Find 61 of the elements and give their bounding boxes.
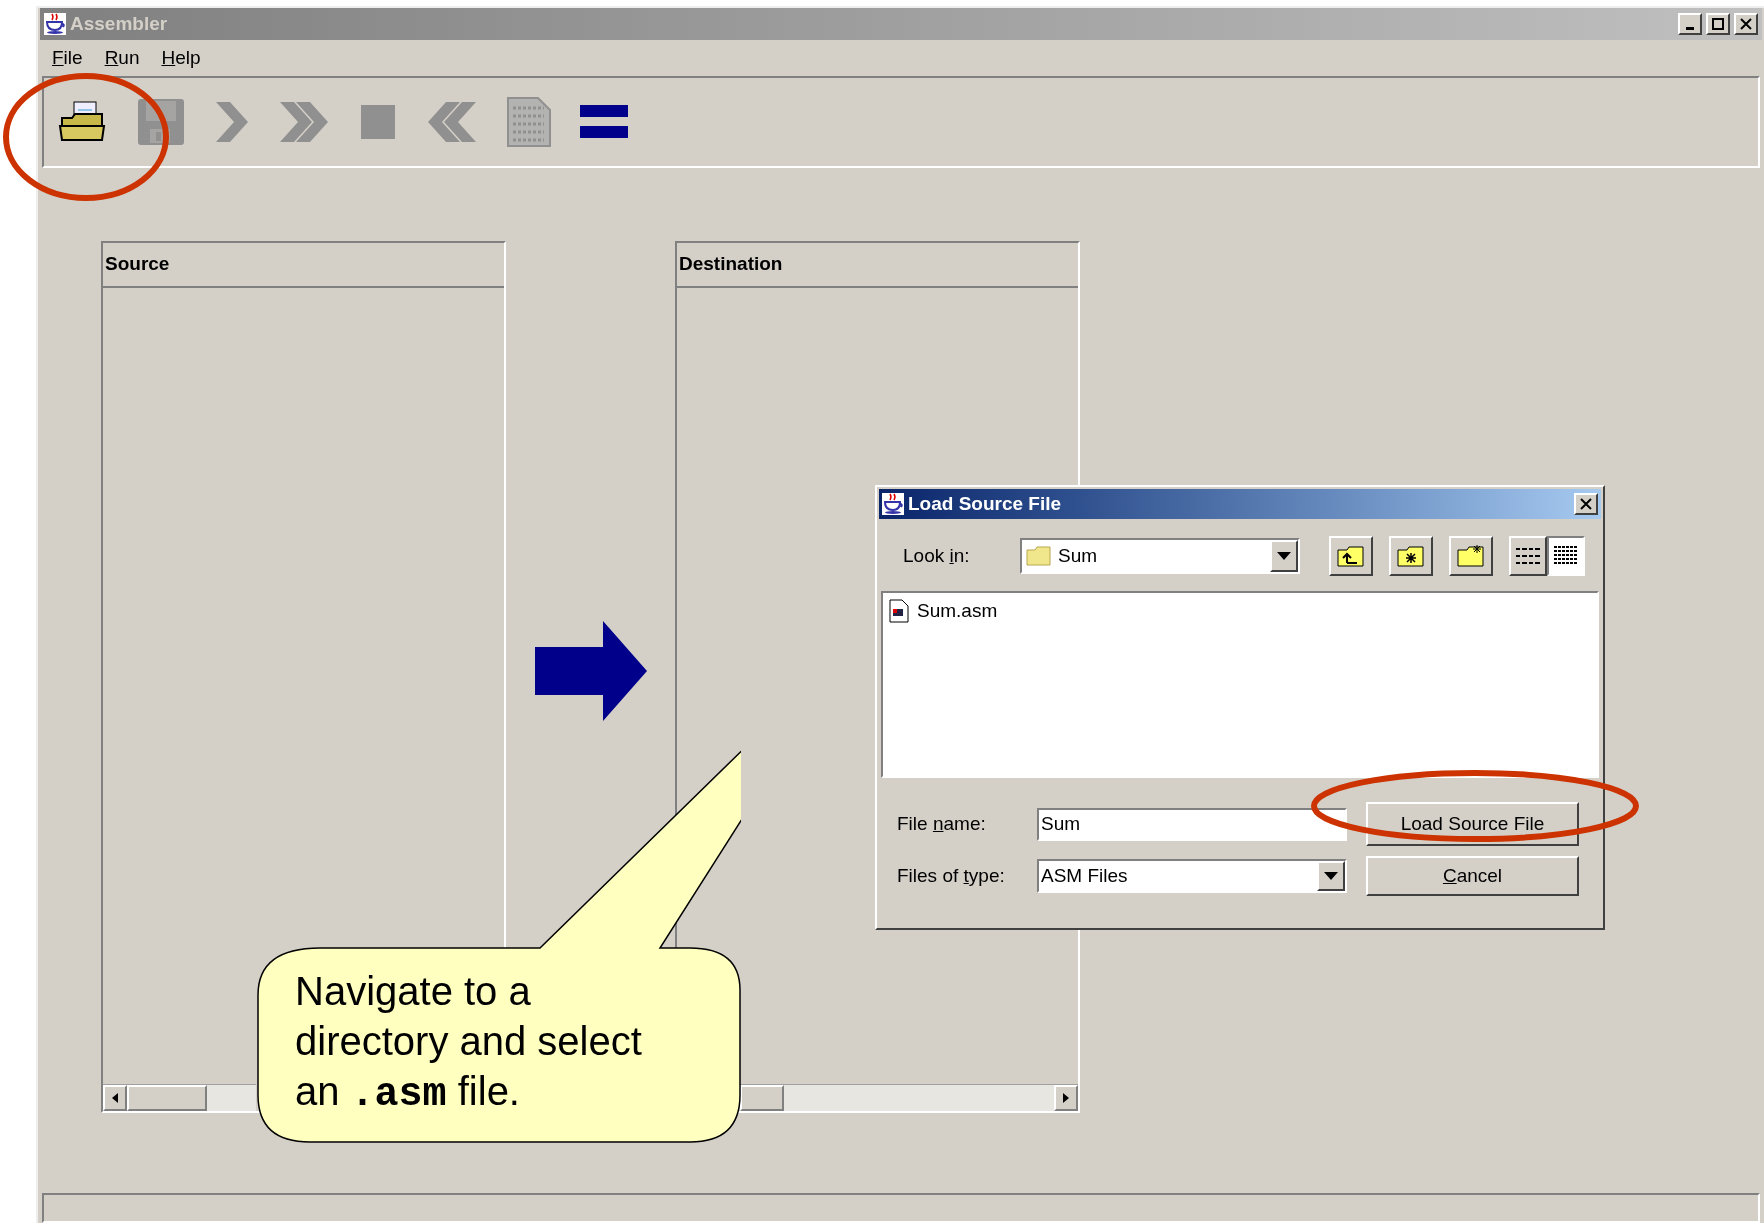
right-arrow-icon: [534, 621, 647, 721]
menu-item[interactable]: File: [52, 43, 83, 73]
menu-item[interactable]: Help: [161, 43, 201, 73]
close-button[interactable]: [1574, 493, 1598, 515]
close-button[interactable]: [1734, 13, 1758, 35]
folder-home-button[interactable]: [1389, 536, 1433, 576]
folder-home-icon: [1397, 545, 1425, 567]
minimize-button[interactable]: [1678, 13, 1702, 35]
folder-up-icon: [1337, 545, 1365, 567]
details-view-icon: [1553, 545, 1579, 567]
toolbar-button[interactable]: [58, 100, 108, 144]
scroll-thumb[interactable]: [740, 1085, 784, 1111]
chevron-right-icon: [214, 100, 250, 144]
dropdown-button[interactable]: [1317, 861, 1345, 891]
binary-document-icon: [506, 96, 552, 148]
toolbar-button[interactable]: [580, 105, 628, 139]
folder-up-button[interactable]: [1329, 536, 1373, 576]
app-logo-icon: [44, 13, 66, 35]
panel-title: Source: [105, 252, 170, 277]
dropdown-button[interactable]: [1270, 540, 1298, 572]
stop-square-icon: [360, 104, 396, 140]
menu-item[interactable]: Run: [104, 43, 140, 73]
file-type-combo[interactable]: ASM Files: [1037, 859, 1347, 893]
file-type-value: ASM Files: [1040, 863, 1129, 888]
close-icon: [1740, 18, 1752, 30]
cancel-button[interactable]: Cancel: [1366, 856, 1579, 896]
triangle-right-icon: [1063, 1093, 1069, 1103]
list-view-icon: [1515, 546, 1541, 566]
file-type-label: Files of type:: [897, 863, 1006, 888]
close-icon: [1580, 498, 1592, 510]
scroll-left-button[interactable]: [103, 1085, 127, 1111]
details-view-button[interactable]: [1547, 536, 1585, 576]
new-folder-button[interactable]: [1449, 536, 1493, 576]
scroll-right-button[interactable]: [1054, 1085, 1078, 1111]
minimize-icon: [1686, 26, 1694, 30]
file-entry[interactable]: Sum.asm: [887, 597, 1000, 626]
dialog-title: Load Source File: [908, 491, 1062, 516]
folder-icon: [1026, 546, 1052, 566]
file-name-label: File name:: [897, 811, 987, 836]
panel-title: Destination: [679, 252, 783, 277]
file-name-field[interactable]: Sum: [1037, 807, 1347, 841]
horizontal-scrollbar[interactable]: [740, 1084, 1078, 1111]
look-in-value: Sum: [1058, 543, 1099, 568]
file-name: Sum.asm: [917, 599, 998, 623]
triangle-left-icon: [112, 1093, 118, 1103]
look-in-label: Look in:: [903, 543, 971, 568]
window-title: Assembler: [70, 11, 168, 36]
horizontal-scrollbar[interactable]: [103, 1084, 256, 1111]
app-logo-icon: [882, 493, 904, 515]
look-in-combo[interactable]: Sum: [1020, 538, 1300, 574]
equals-icon: [580, 105, 628, 139]
maximize-button[interactable]: [1706, 13, 1730, 35]
new-folder-icon: [1457, 545, 1485, 567]
caret-down-icon: [1324, 872, 1338, 880]
open-folder-icon: [58, 100, 108, 144]
callout-text: Navigate to a directory and select an .asm file.: [295, 968, 643, 1119]
maximize-icon: [1712, 18, 1724, 30]
list-view-button[interactable]: [1509, 536, 1547, 576]
file-icon: [889, 599, 909, 624]
caret-down-icon: [1277, 552, 1291, 560]
scroll-thumb[interactable]: [127, 1085, 207, 1111]
